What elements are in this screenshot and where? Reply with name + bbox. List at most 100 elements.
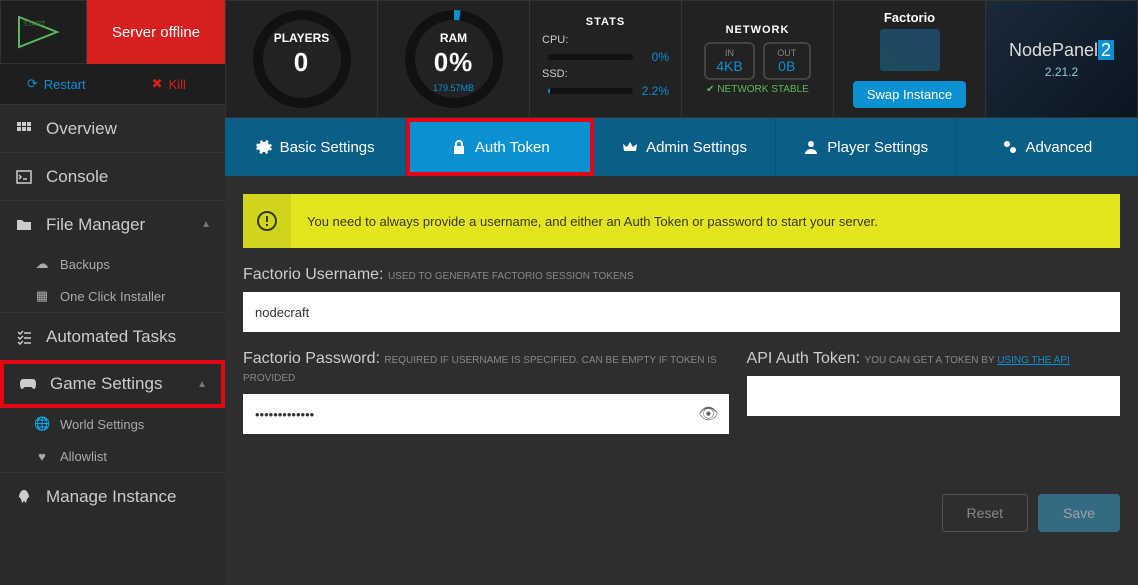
swap-instance-button[interactable]: Swap Instance	[853, 81, 966, 108]
gamepad-icon	[18, 377, 38, 391]
stats-title: STATS	[542, 16, 669, 28]
network-title: NETWORK	[694, 24, 821, 36]
gauge-label: PLAYERS	[250, 31, 354, 45]
network-status: ✔ NETWORK STABLE	[694, 84, 821, 95]
alert-text: You need to always provide a username, a…	[291, 214, 894, 229]
username-label: Factorio Username: USED TO GENERATE FACT…	[243, 266, 1120, 284]
sidebar-item-console[interactable]: Console	[0, 152, 225, 200]
gauge-sublabel: 179.57MB	[402, 83, 506, 93]
players-gauge: PLAYERS 0	[226, 1, 377, 117]
restart-label: Restart	[44, 77, 86, 92]
tab-label: Basic Settings	[280, 139, 375, 156]
sidebar-item-label: World Settings	[60, 417, 144, 432]
warning-icon	[257, 211, 277, 231]
net-in-value: 4KB	[716, 58, 742, 74]
sidebar-item-overview[interactable]: Overview	[0, 104, 225, 152]
start-button[interactable]: START	[0, 0, 87, 64]
rocket-icon	[14, 489, 34, 505]
gear-icon	[256, 139, 272, 155]
game-tile: Factorio Swap Instance	[833, 1, 985, 117]
net-in-label: IN	[716, 48, 742, 58]
lock-icon	[451, 139, 467, 155]
tab-label: Admin Settings	[646, 139, 747, 156]
sidebar-item-manage-instance[interactable]: Manage Instance	[0, 472, 225, 520]
net-out-value: 0B	[775, 58, 799, 74]
ram-gauge: RAM 0% 179.57MB	[377, 1, 529, 117]
password-label: Factorio Password: REQUIRED IF USERNAME …	[243, 350, 729, 386]
game-name: Factorio	[884, 10, 935, 25]
start-label: START	[23, 21, 46, 28]
tab-auth-token[interactable]: Auth Token	[406, 118, 594, 176]
cpu-value: 0%	[639, 50, 669, 64]
sidebar-item-one-click[interactable]: ▦ One Click Installer	[0, 280, 225, 312]
reset-button[interactable]: Reset	[942, 494, 1029, 532]
start-icon: START	[17, 15, 71, 49]
tab-basic-settings[interactable]: Basic Settings	[225, 118, 406, 176]
tab-label: Advanced	[1026, 139, 1093, 156]
gears-icon	[1002, 139, 1018, 155]
sidebar-item-file-manager[interactable]: File Manager ▲	[0, 200, 225, 248]
terminal-icon	[14, 169, 34, 185]
sidebar-item-label: Manage Instance	[46, 487, 176, 507]
grid-small-icon: ▦	[34, 288, 50, 304]
sidebar-item-world-settings[interactable]: 🌐 World Settings	[0, 408, 225, 440]
globe-icon: 🌐	[34, 416, 50, 432]
restart-button[interactable]: ⟳ Restart	[0, 64, 113, 104]
network-tile: NETWORK IN 4KB OUT 0B ✔ NETWORK STABLE	[681, 1, 833, 117]
chevron-up-icon: ▲	[201, 219, 211, 230]
token-hint: YOU CAN GET A TOKEN BY USING THE API	[865, 355, 1070, 366]
sidebar-item-label: Backups	[60, 257, 110, 272]
using-api-link[interactable]: USING THE API	[997, 355, 1070, 366]
sidebar-item-game-settings[interactable]: Game Settings ▲	[0, 360, 225, 408]
tab-player-settings[interactable]: Player Settings	[776, 118, 957, 176]
sidebar-item-label: File Manager	[46, 215, 145, 235]
restart-icon: ⟳	[27, 76, 38, 92]
username-hint: USED TO GENERATE FACTORIO SESSION TOKENS	[388, 271, 634, 282]
net-out-label: OUT	[775, 48, 799, 58]
warning-alert: You need to always provide a username, a…	[243, 194, 1120, 248]
brand-logo: NodePanel2	[1009, 40, 1114, 61]
sidebar-item-label: Console	[46, 167, 108, 187]
user-icon	[803, 139, 819, 155]
sidebar-item-label: Game Settings	[50, 374, 162, 394]
chevron-up-icon: ▲	[197, 379, 207, 390]
kill-icon: ✖	[152, 76, 163, 92]
brand-version: 2.21.2	[1045, 65, 1078, 79]
cloud-icon: ☁	[34, 256, 50, 272]
sidebar-item-label: Automated Tasks	[46, 327, 176, 347]
token-input[interactable]	[747, 376, 1120, 416]
sidebar-item-automated-tasks[interactable]: Automated Tasks	[0, 312, 225, 360]
gauge-value: 0	[250, 47, 354, 78]
username-input[interactable]	[243, 292, 1120, 332]
tasks-icon	[14, 329, 34, 345]
network-out: OUT 0B	[763, 42, 811, 80]
kill-button[interactable]: ✖ Kill	[113, 64, 226, 104]
tab-label: Player Settings	[827, 139, 928, 156]
stats-tile: STATS CPU: 0% SSD: 2.2%	[529, 1, 681, 117]
save-button[interactable]: Save	[1038, 494, 1120, 532]
game-art	[880, 29, 940, 71]
gauge-label: RAM	[402, 31, 506, 45]
heart-icon: ♥	[34, 449, 50, 464]
tab-label: Auth Token	[475, 139, 550, 156]
kill-label: Kill	[169, 77, 186, 92]
folder-icon	[14, 217, 34, 233]
sidebar-item-backups[interactable]: ☁ Backups	[0, 248, 225, 280]
cpu-label: CPU:	[542, 34, 572, 46]
grid-icon	[14, 121, 34, 137]
tab-advanced[interactable]: Advanced	[957, 118, 1138, 176]
brand-tile: NodePanel2 2.21.2	[985, 1, 1137, 117]
sidebar-item-allowlist[interactable]: ♥ Allowlist	[0, 440, 225, 472]
tab-admin-settings[interactable]: Admin Settings	[594, 118, 775, 176]
eye-icon[interactable]: 👁	[698, 404, 718, 424]
sidebar-item-label: Allowlist	[60, 449, 107, 464]
password-input[interactable]	[243, 394, 729, 434]
crown-icon	[622, 139, 638, 155]
ssd-label: SSD:	[542, 68, 572, 80]
server-status: Server offline	[87, 0, 225, 64]
token-label: API Auth Token: YOU CAN GET A TOKEN BY U…	[747, 350, 1120, 368]
sidebar-item-label: Overview	[46, 119, 117, 139]
ssd-value: 2.2%	[639, 84, 669, 98]
sidebar-item-label: One Click Installer	[60, 289, 165, 304]
network-in: IN 4KB	[704, 42, 754, 80]
